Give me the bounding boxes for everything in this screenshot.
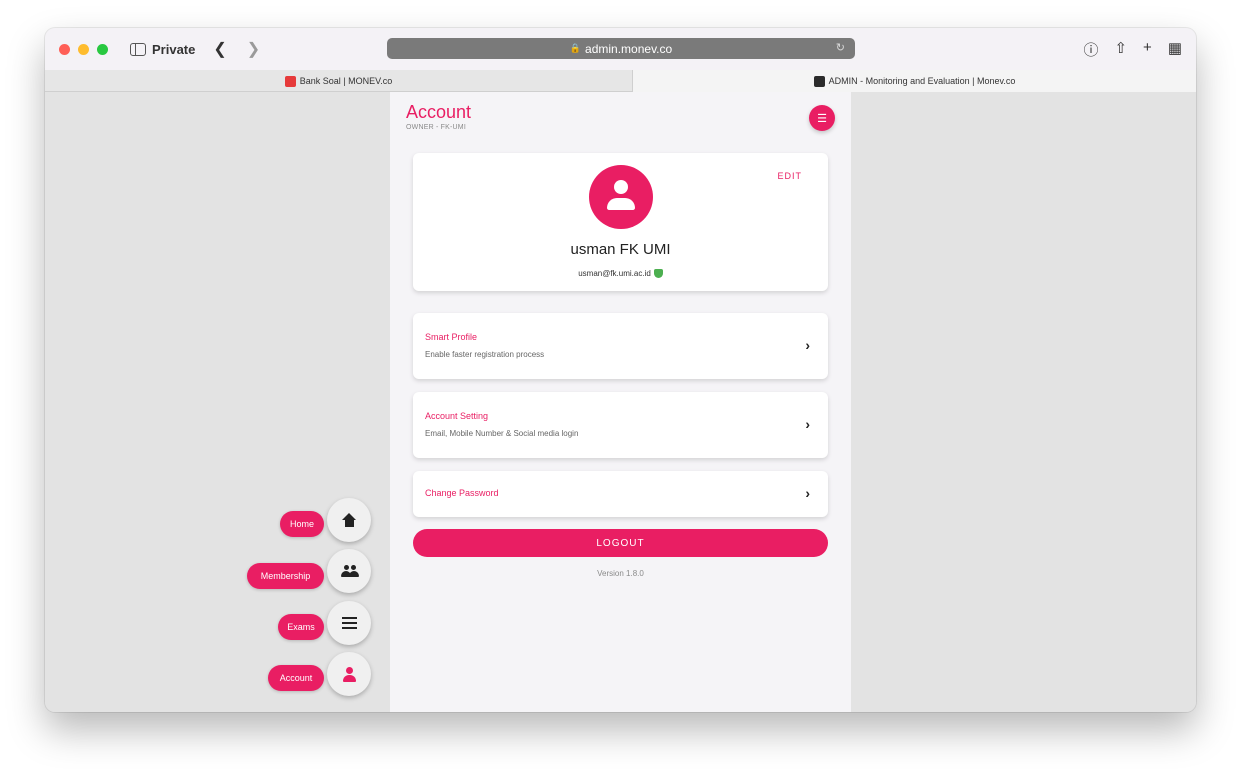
address-bar[interactable]: 🔒 admin.monev.co ↻ [387,38,855,59]
menu-item-smart-profile[interactable]: Smart Profile Enable faster registration… [413,313,828,379]
chevron-right-icon: › [805,337,810,353]
share-icon[interactable]: ⇧ [1114,39,1127,60]
tab-strip: Bank Soal | MONEV.co ADMIN - Monitoring … [45,70,1196,92]
sliders-icon: ☰ [817,112,827,125]
version-label: Version 1.8.0 [597,569,644,578]
edit-profile-link[interactable]: EDIT [777,171,802,181]
nav-label-home[interactable]: Home [280,511,324,537]
nav-label-account[interactable]: Account [268,665,324,691]
profile-card: EDIT usman FK UMI usman@fk.umi.ac.id [413,153,828,291]
tab-title: Bank Soal | MONEV.co [299,76,393,86]
address-text: admin.monev.co [585,41,673,56]
settings-button[interactable]: ☰ [809,105,835,131]
close-window-button[interactable] [59,43,70,55]
tab-title: ADMIN - Monitoring and Evaluation | Mone… [828,76,1016,86]
menu-item-account-setting[interactable]: Account Setting Email, Mobile Number & S… [413,392,828,458]
menu-item-title: Account Setting [425,411,489,421]
profile-email-row: usman@fk.umi.ac.id [413,269,828,279]
nav-home-button[interactable] [327,498,371,542]
account-panel: Account OWNER - FK-UMI ☰ EDIT usman FK U… [390,92,851,712]
nav-membership-button[interactable] [327,549,371,593]
menu-item-title: Smart Profile [425,332,478,342]
tab-bank-soal[interactable]: Bank Soal | MONEV.co [45,70,633,92]
new-tab-icon[interactable]: + [1143,39,1152,60]
logout-button[interactable]: LOGOUT [413,529,828,557]
menu-item-title: Change Password [425,488,499,498]
toolbar-actions: ⓘ ⇧ + ▦ [1083,39,1182,60]
tab-overview-icon[interactable]: ▦ [1168,39,1182,60]
avatar [589,165,653,229]
profile-email: usman@fk.umi.ac.id [578,269,651,278]
menu-item-description: Enable faster registration process [425,350,545,359]
nav-label-exams[interactable]: Exams [278,614,324,640]
minimize-window-button[interactable] [78,43,89,55]
page-content: Account OWNER - FK-UMI ☰ EDIT usman FK U… [45,92,1196,712]
menu-item-change-password[interactable]: Change Password › [413,471,828,517]
monev-favicon-icon [284,75,296,87]
verified-shield-icon [653,269,663,279]
browser-toolbar: Private ❮ ❯ 🔒 admin.monev.co ↻ ⓘ ⇧ + ▦ [45,28,1196,70]
page-title: Account [406,102,472,122]
person-icon [342,666,356,682]
list-icon [341,617,357,629]
profile-name: usman FK UMI [570,241,671,258]
window-controls [59,43,108,55]
users-icon [340,565,359,577]
forward-button[interactable]: ❯ [247,39,260,59]
nav-label-membership[interactable]: Membership [247,563,324,589]
chevron-right-icon: › [805,485,810,501]
private-mode-label: Private [152,41,196,57]
tab-admin[interactable]: ADMIN - Monitoring and Evaluation | Mone… [633,70,1196,92]
browser-window: Private ❮ ❯ 🔒 admin.monev.co ↻ ⓘ ⇧ + ▦ B… [45,28,1196,712]
sidebar-toggle-icon[interactable] [130,42,146,56]
zoom-window-button[interactable] [97,43,108,55]
nav-exams-button[interactable] [327,601,371,645]
back-button[interactable]: ❮ [213,39,226,59]
page-subtitle: OWNER - FK-UMI [406,124,466,131]
chevron-right-icon: › [805,416,810,432]
reload-icon[interactable]: ↻ [836,41,845,54]
menu-item-description: Email, Mobile Number & Social media logi… [425,429,579,438]
nav-account-button[interactable] [327,652,371,696]
avatar-person-icon [614,180,628,194]
info-icon[interactable]: ⓘ [1083,39,1098,60]
lock-icon: 🔒 [569,43,582,53]
admin-favicon-icon [813,75,825,87]
home-icon [341,513,357,527]
